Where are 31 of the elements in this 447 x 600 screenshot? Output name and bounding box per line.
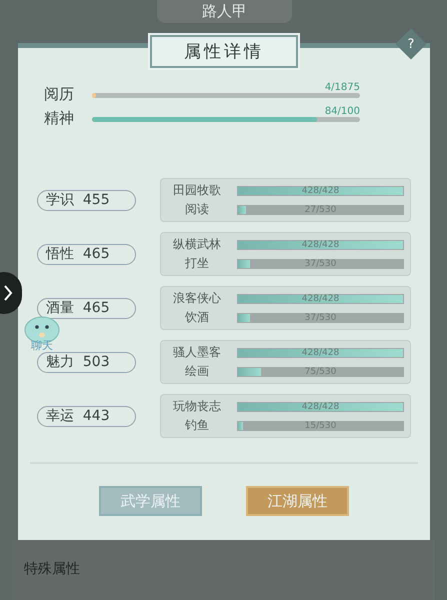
chat-label[interactable]: 聊天 [31, 338, 53, 353]
attribute-value: 悟性 465 [37, 244, 136, 264]
attribute-value: 学识 455 [37, 190, 136, 210]
skill-name: 纵横武林 [172, 236, 222, 253]
dialog-title: 属性详情 [150, 35, 298, 68]
skill-reading: 428/428 [302, 348, 340, 358]
skill-name: 饮酒 [184, 309, 210, 326]
meter-label: 阅历 [44, 85, 75, 104]
meter-label: 精神 [44, 109, 75, 128]
skill-name: 绘画 [184, 363, 210, 380]
skill-reading: 428/428 [302, 402, 340, 412]
skill-reading: 428/428 [302, 294, 340, 304]
name-plate: 路人甲 [157, 0, 292, 23]
section-title: 特殊属性 [24, 560, 80, 578]
attribute-value: 魅力 503 [37, 352, 136, 372]
tab[interactable]: 武学属性 [99, 486, 202, 516]
tab[interactable]: 江湖属性 [246, 486, 349, 516]
skill-name: 骚人墨客 [172, 344, 222, 361]
chevron-right-icon [3, 285, 13, 301]
skill-name: 田园牧歌 [172, 182, 222, 199]
meter-reading: 4/1875 [324, 82, 360, 93]
skill-name: 阅读 [184, 201, 210, 218]
skill-reading: 428/428 [302, 186, 340, 196]
skill-name: 钓鱼 [184, 417, 210, 434]
help-button[interactable]: ? [395, 28, 427, 60]
skill-name: 玩物丧志 [172, 398, 222, 415]
skill-name: 打坐 [184, 255, 210, 272]
skill-reading: 428/428 [302, 240, 340, 250]
attribute-value: 幸运 443 [37, 406, 136, 426]
skill-name: 浪客侠心 [172, 290, 222, 307]
meter-reading: 84/100 [324, 106, 360, 117]
